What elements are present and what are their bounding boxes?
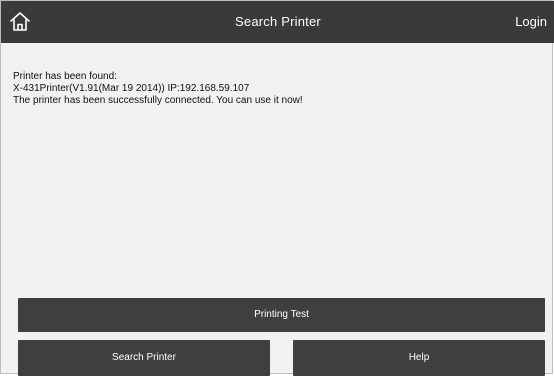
status-message: Printer has been found: X-431Printer(V1.… bbox=[13, 71, 543, 107]
help-button[interactable]: Help bbox=[293, 340, 545, 376]
printing-test-button[interactable]: Printing Test bbox=[18, 298, 545, 332]
app-window: Search Printer Login Printer has been fo… bbox=[0, 0, 554, 376]
login-link[interactable]: Login bbox=[515, 1, 547, 43]
message-found: Printer has been found: bbox=[13, 71, 117, 82]
header-bar: Search Printer Login bbox=[1, 1, 554, 43]
search-printer-button[interactable]: Search Printer bbox=[18, 340, 270, 376]
message-connected: The printer has been successfully connec… bbox=[13, 95, 303, 106]
message-printer-info: X-431Printer(V1.91(Mar 19 2014)) IP:192.… bbox=[13, 83, 250, 94]
page-title: Search Printer bbox=[235, 14, 321, 29]
